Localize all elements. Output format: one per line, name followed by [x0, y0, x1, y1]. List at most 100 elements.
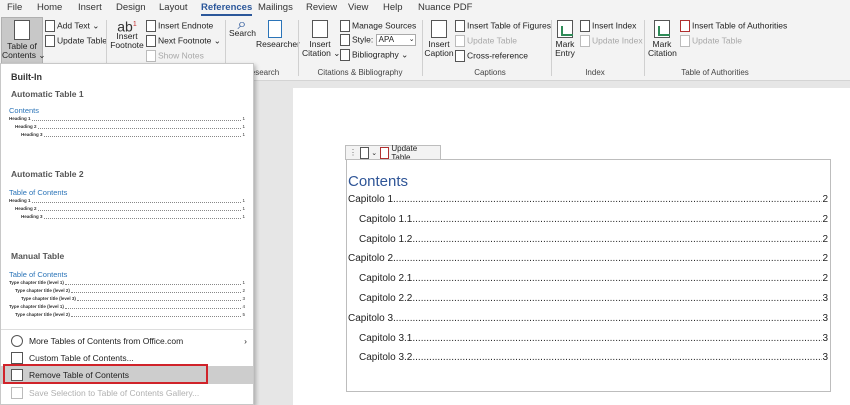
thumb-row-leader: [43, 213, 242, 219]
insert-toa-button[interactable]: Insert Table of Authorities: [680, 20, 787, 32]
next-footnote-label: Next Footnote: [158, 35, 212, 46]
cross-reference-button[interactable]: Cross-reference: [455, 50, 528, 62]
toc-entry-label: Capitolo 1.1: [359, 213, 413, 225]
toc-entry[interactable]: Capitolo 3.1 ...........................…: [359, 333, 828, 345]
search-label: Search: [229, 28, 256, 38]
cross-reference-icon: [455, 50, 465, 62]
tab-help[interactable]: Help: [383, 2, 403, 13]
more-tocs-label: More Tables of Contents from Office.com: [29, 336, 184, 346]
thumb-row-leader: [31, 197, 242, 203]
tab-layout[interactable]: Layout: [159, 2, 188, 13]
tab-file[interactable]: File: [7, 2, 22, 13]
toc-gallery-dropdown: Built-In Automatic Table 1 Contents Head…: [0, 63, 254, 405]
toc-entry[interactable]: Capitolo 1 .............................…: [348, 194, 828, 206]
auto-table-2-option[interactable]: Table of Contents Heading 1 1 Heading 2 1 He…: [9, 188, 245, 221]
thumb-row-page: 2: [242, 288, 245, 293]
insert-citation-button[interactable]: Insert Citation ⌄: [302, 20, 340, 58]
toc-entry-label: Capitolo 1: [348, 194, 394, 205]
save-selection-item[interactable]: Save Selection to Table of Contents Gall…: [1, 384, 253, 402]
manage-sources-icon: [340, 20, 350, 32]
chevron-down-icon[interactable]: ⌄: [371, 149, 377, 157]
save-selection-icon: [11, 387, 23, 399]
auto-table-1-option[interactable]: Contents Heading 1 1 Heading 2 1 Heading 3 1: [9, 106, 245, 139]
tab-view[interactable]: View: [348, 2, 368, 13]
toc-content-control-bar: ⋮ ⌄ Update Table...: [345, 144, 441, 162]
next-footnote-button[interactable]: Next Footnote ⌄: [146, 35, 221, 47]
researcher-icon: [268, 20, 282, 38]
show-notes-label: Show Notes: [158, 50, 204, 61]
toc-entry-leader: ........................................…: [393, 253, 822, 265]
insert-endnote-button[interactable]: Insert Endnote: [146, 20, 213, 32]
insert-citation-text: Citation: [302, 48, 331, 58]
mark-entry-label2: Entry: [555, 48, 575, 58]
builtin-heading: Built-In: [11, 72, 42, 82]
toc-entry-page: 2: [822, 253, 828, 265]
toc-entry-leader: ........................................…: [412, 233, 823, 245]
bibliography-icon: [340, 49, 350, 61]
thumb-row-label: Type chapter title (level 2): [15, 312, 70, 317]
toc-entry-page: 2: [822, 213, 828, 225]
endnote-icon: [146, 20, 156, 32]
show-notes-button[interactable]: Show Notes: [146, 50, 204, 62]
mark-citation-button[interactable]: Mark Citation: [648, 20, 677, 58]
toc-entry-leader: ........................................…: [393, 312, 822, 324]
insert-index-icon: [580, 20, 590, 32]
thumb-row: Type chapter title (level 1) 1: [9, 279, 245, 287]
insert-caption-button[interactable]: Insert Caption: [424, 20, 454, 58]
insert-footnote-button[interactable]: ab1 Insert Footnote: [110, 20, 144, 50]
insert-index-button[interactable]: Insert Index: [580, 20, 636, 32]
thumb-row-leader: [76, 295, 242, 301]
style-icon: [340, 34, 350, 46]
drag-handle-icon[interactable]: ⋮: [349, 148, 357, 157]
thumb-row-label: Heading 3: [21, 214, 43, 219]
thumb-row-leader: [70, 311, 242, 317]
toc-entry[interactable]: Capitolo 1.1 ...........................…: [359, 214, 828, 226]
tab-insert[interactable]: Insert: [78, 2, 102, 13]
thumb-row-page: 1: [242, 124, 245, 129]
toc-entry-label: Capitolo 3.2: [359, 352, 413, 364]
thumb-row: Type chapter title (level 2) 2: [9, 287, 245, 295]
tab-design[interactable]: Design: [116, 2, 146, 13]
bibliography-button[interactable]: Bibliography ⌄: [340, 49, 408, 61]
toc-entry[interactable]: Capitolo 3.2 ...........................…: [359, 352, 828, 364]
toc-entry[interactable]: Capitolo 2.2 ...........................…: [359, 293, 828, 305]
thumb-row-page: 1: [242, 198, 245, 203]
toc-entry-leader: ........................................…: [412, 352, 823, 364]
add-text-label: Add Text: [57, 20, 90, 31]
style-select-value: APA: [378, 35, 395, 44]
insert-table-of-figures-button[interactable]: Insert Table of Figures: [455, 20, 551, 32]
citations-group-label: Citations & Bibliography: [317, 68, 403, 77]
thumb-row-label: Heading 1: [9, 198, 31, 203]
table-of-contents-icon: [14, 20, 30, 40]
style-select[interactable]: APA ⌄: [375, 34, 416, 46]
bibliography-label: Bibliography: [352, 49, 399, 60]
update-index-label: Update Index: [592, 35, 643, 46]
mark-citation-icon: [654, 20, 670, 38]
toc-entry[interactable]: Capitolo 1.2 ...........................…: [359, 234, 828, 246]
update-index-button[interactable]: Update Index: [580, 35, 643, 47]
tab-references[interactable]: References: [201, 2, 253, 16]
tab-home[interactable]: Home: [37, 2, 62, 13]
toc-entry[interactable]: Capitolo 3 .............................…: [348, 313, 828, 325]
manage-sources-button[interactable]: Manage Sources: [340, 20, 416, 32]
tab-mailings[interactable]: Mailings: [258, 2, 293, 13]
update-table-button[interactable]: Update Table: [45, 35, 107, 47]
search-button[interactable]: ⌕ Search: [229, 17, 256, 38]
tab-nuance-pdf[interactable]: Nuance PDF: [418, 2, 472, 13]
tab-review[interactable]: Review: [306, 2, 337, 13]
update-table-figures-icon: [455, 35, 465, 47]
toc-entry[interactable]: Capitolo 2.1 ...........................…: [359, 273, 828, 285]
toc-entry[interactable]: Capitolo 2 .............................…: [348, 253, 828, 265]
mark-entry-button[interactable]: Mark Entry: [553, 20, 577, 58]
update-table-figures-button[interactable]: Update Table: [455, 35, 517, 47]
update-toa-button[interactable]: Update Table: [680, 35, 742, 47]
update-toa-label: Update Table: [692, 35, 742, 46]
toc-entry-label: Capitolo 1.2: [359, 233, 413, 245]
toc-menu-icon[interactable]: [360, 146, 370, 159]
manual-table-option[interactable]: Table of Contents Type chapter title (le…: [9, 270, 245, 319]
thumb-row-label: Heading 2: [15, 206, 37, 211]
table-of-contents-button[interactable]: Table of Contents ⌄: [1, 17, 46, 66]
researcher-button[interactable]: Researcher: [256, 20, 300, 49]
more-tocs-item[interactable]: More Tables of Contents from Office.com …: [1, 332, 253, 350]
add-text-button[interactable]: Add Text ⌄: [45, 20, 99, 32]
